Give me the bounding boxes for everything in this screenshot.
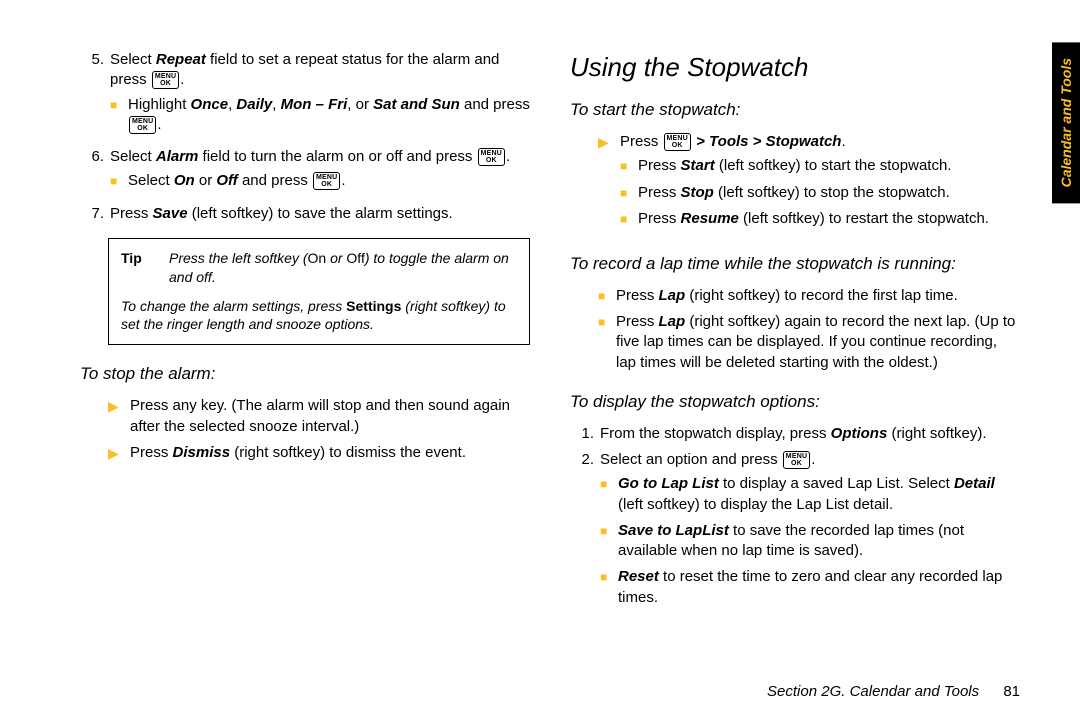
stop-step-1: ▶ Press any key. (The alarm will stop an… (108, 396, 530, 437)
page-number: 81 (1003, 683, 1020, 700)
arrow-bullet-icon: ▶ (108, 443, 130, 463)
right-column: Using the Stopwatch To start the stopwat… (570, 50, 1020, 620)
start-heading: To start the stopwatch: (570, 99, 1020, 122)
step-5: 5. Select Repeat field to set a repeat s… (80, 50, 530, 141)
page-content: 5. Select Repeat field to set a repeat s… (0, 0, 1080, 640)
tip-label: Tip (121, 249, 169, 287)
arrow-bullet-icon: ▶ (108, 396, 130, 437)
options-heading: To display the stopwatch options: (570, 391, 1020, 414)
square-bullet-icon: ■ (620, 183, 638, 203)
opt-step-1: 1. From the stopwatch display, press Opt… (570, 424, 1020, 444)
stopwatch-heading: Using the Stopwatch (570, 50, 1020, 85)
square-bullet-icon: ■ (598, 286, 616, 306)
menu-ok-key-icon: MENUOK (129, 116, 156, 134)
square-bullet-icon: ■ (620, 156, 638, 176)
footer-section: Section 2G. Calendar and Tools (767, 683, 979, 700)
square-bullet-icon: ■ (598, 312, 616, 373)
menu-ok-key-icon: MENUOK (664, 133, 691, 151)
lap-step-2: ■ Press Lap (right softkey) again to rec… (598, 312, 1020, 373)
square-bullet-icon: ■ (110, 95, 128, 136)
stop-alarm-heading: To stop the alarm: (80, 363, 530, 386)
side-tab: Calendar and Tools (1052, 42, 1080, 203)
step-7: 7. Press Save (left softkey) to save the… (80, 204, 530, 224)
menu-ok-key-icon: MENUOK (478, 148, 505, 166)
left-column: 5. Select Repeat field to set a repeat s… (80, 50, 530, 620)
square-bullet-icon: ■ (600, 567, 618, 608)
square-bullet-icon: ■ (110, 171, 128, 191)
arrow-bullet-icon: ▶ (598, 132, 620, 235)
start-path: ▶ Press MENUOK > Tools > Stopwatch. ■ Pr… (598, 132, 1020, 235)
lap-step-1: ■ Press Lap (right softkey) to record th… (598, 286, 1020, 306)
stop-step-2: ▶ Press Dismiss (right softkey) to dismi… (108, 443, 530, 463)
square-bullet-icon: ■ (600, 521, 618, 562)
tip-box: Tip Press the left softkey (On or Off) t… (108, 238, 530, 346)
opt-step-2: 2. Select an option and press MENUOK. ■ … (570, 450, 1020, 614)
step-6: 6. Select Alarm field to turn the alarm … (80, 147, 530, 198)
square-bullet-icon: ■ (600, 474, 618, 515)
menu-ok-key-icon: MENUOK (783, 451, 810, 469)
page-footer: Section 2G. Calendar and Tools 81 (767, 683, 1020, 700)
lap-heading: To record a lap time while the stopwatch… (570, 253, 1020, 276)
menu-ok-key-icon: MENUOK (152, 71, 179, 89)
menu-ok-key-icon: MENUOK (313, 172, 340, 190)
square-bullet-icon: ■ (620, 209, 638, 229)
